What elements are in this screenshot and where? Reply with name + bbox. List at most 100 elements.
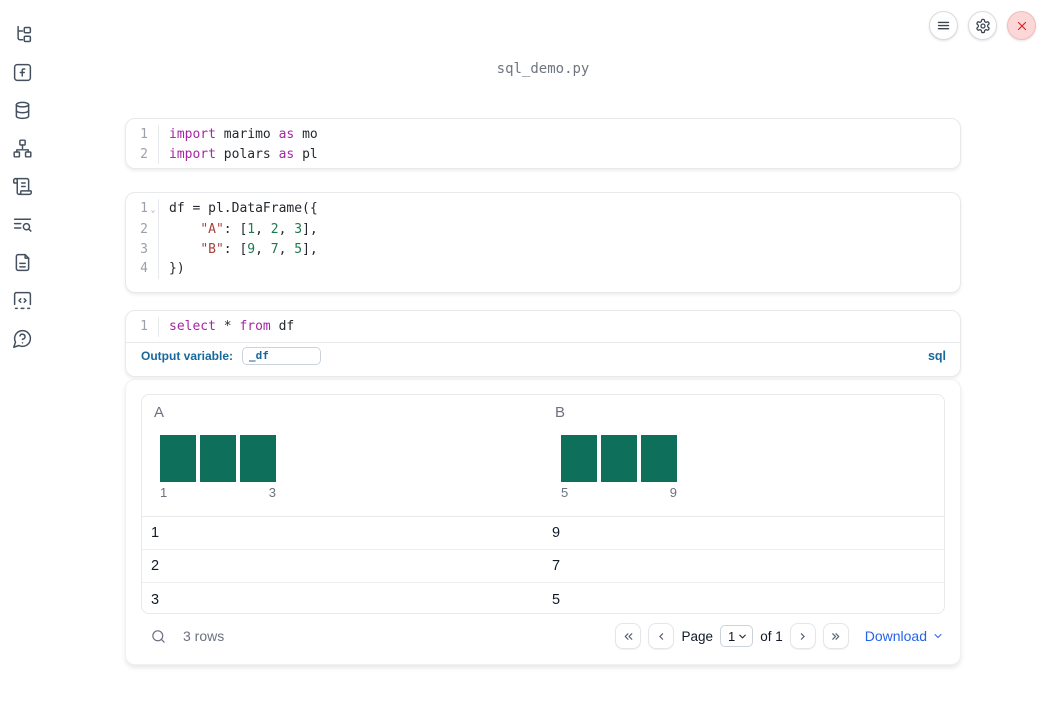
sidebar-item-variables[interactable] bbox=[9, 59, 35, 85]
histogram-bar bbox=[601, 435, 637, 482]
download-label: Download bbox=[864, 628, 927, 644]
table-row[interactable]: 35 bbox=[142, 583, 944, 613]
column-name: B bbox=[555, 404, 566, 421]
next-page-button[interactable] bbox=[789, 623, 816, 649]
notebook-filename: sql_demo.py bbox=[496, 61, 590, 77]
table-body: 192735 bbox=[142, 517, 944, 613]
sidebar-item-dependencies[interactable] bbox=[9, 135, 35, 161]
code-line: 1 ⌄ df = pl.DataFrame({ bbox=[126, 199, 960, 220]
code-text: import polars as pl bbox=[158, 144, 318, 164]
column-header-A[interactable]: A 13 bbox=[142, 395, 543, 516]
histogram-ticks: 13 bbox=[160, 485, 276, 500]
fold-gutter bbox=[148, 220, 158, 240]
table-cell: 7 bbox=[552, 558, 561, 574]
column-histogram: 13 bbox=[160, 435, 276, 500]
code-editor[interactable]: 1 import marimo as mo 2 import polars as pl bbox=[126, 119, 960, 164]
fold-gutter bbox=[148, 125, 158, 145]
row-count: 3 rows bbox=[183, 628, 225, 644]
histogram-bar bbox=[160, 435, 196, 482]
chevron-right-icon bbox=[801, 632, 805, 640]
code-text: "A": [1, 2, 3], bbox=[158, 220, 318, 240]
page-select-value: 1 bbox=[727, 628, 736, 644]
shutdown-button[interactable] bbox=[1007, 11, 1036, 40]
code-line: 3 "B": [9, 7, 5], bbox=[126, 239, 960, 260]
column-histogram: 59 bbox=[561, 435, 677, 500]
column-header-B[interactable]: B 59 bbox=[543, 395, 944, 516]
chevron-left-icon bbox=[659, 632, 664, 640]
first-page-button[interactable] bbox=[615, 623, 642, 649]
fold-chevron-icon[interactable]: ⌄ bbox=[148, 199, 158, 220]
histogram-bar bbox=[240, 435, 276, 482]
cell-output-panel: A13B59 192735 3 rows Page 1 of 1 Downloa… bbox=[125, 379, 961, 665]
sql-cell[interactable]: 1 select * from df Output variable: sql bbox=[125, 310, 961, 377]
code-line: 2 import polars as pl bbox=[126, 144, 960, 165]
code-text: import marimo as mo bbox=[158, 125, 318, 145]
code-cell-dataframe[interactable]: 1 ⌄ df = pl.DataFrame({ 2 "A": [1, 2, 3], 3 … bbox=[125, 192, 961, 293]
settings-button[interactable] bbox=[968, 11, 997, 40]
code-text: }) bbox=[158, 259, 185, 279]
last-page-button[interactable] bbox=[822, 623, 849, 649]
column-name: A bbox=[154, 404, 165, 421]
dataframe-table: A13B59 192735 bbox=[141, 394, 945, 614]
scroll-icon bbox=[12, 177, 32, 195]
table-row[interactable]: 27 bbox=[142, 550, 944, 583]
download-button[interactable]: Download bbox=[865, 628, 944, 644]
output-variable-input[interactable] bbox=[242, 346, 322, 365]
search-icon bbox=[152, 629, 165, 643]
code-line: 1 select * from df bbox=[126, 317, 960, 337]
menu-button[interactable] bbox=[929, 11, 958, 40]
code-editor[interactable]: 1 ⌄ df = pl.DataFrame({ 2 "A": [1, 2, 3], 3 … bbox=[126, 193, 960, 279]
sidebar-item-documentation[interactable] bbox=[9, 249, 35, 275]
hamburger-menu-icon bbox=[937, 21, 950, 30]
line-number: 2 bbox=[140, 222, 148, 237]
sidebar-item-help[interactable] bbox=[9, 325, 35, 351]
line-number: 3 bbox=[140, 241, 148, 257]
table-cell: 3 bbox=[151, 591, 160, 608]
fold-gutter bbox=[148, 259, 158, 279]
line-number: 1 bbox=[140, 201, 148, 216]
code-cell-imports[interactable]: 1 import marimo as mo 2 import polars as pl bbox=[125, 118, 961, 169]
table-row[interactable]: 19 bbox=[142, 517, 944, 550]
code-editor[interactable]: 1 select * from df bbox=[126, 311, 960, 337]
histogram-bar bbox=[641, 435, 677, 482]
sql-cell-footer: Output variable: sql bbox=[126, 341, 960, 369]
fold-gutter bbox=[148, 145, 158, 165]
histogram-ticks: 59 bbox=[561, 485, 677, 500]
page-label: Page bbox=[681, 628, 713, 644]
file-tree-icon bbox=[16, 25, 31, 42]
search-button[interactable] bbox=[150, 628, 167, 645]
page-of-label: of 1 bbox=[760, 628, 783, 644]
table-cell: 5 bbox=[552, 591, 561, 608]
language-badge: sql bbox=[927, 348, 946, 363]
page-select[interactable]: 1 bbox=[719, 625, 754, 647]
code-line: 4}) bbox=[126, 259, 960, 279]
file-text-icon bbox=[15, 253, 29, 271]
table-header: A 13 B 59 bbox=[142, 395, 944, 517]
chevrons-left-icon bbox=[624, 632, 633, 640]
line-number: 1 bbox=[140, 319, 148, 334]
pagination: Page 1 of 1 bbox=[615, 623, 849, 649]
line-number: 2 bbox=[140, 146, 148, 162]
prev-page-button[interactable] bbox=[648, 623, 675, 649]
notebook-actions bbox=[929, 11, 1036, 40]
code-text: "B": [9, 7, 5], bbox=[158, 239, 318, 259]
histogram-bar bbox=[561, 435, 597, 482]
sidebar-item-file-explorer[interactable] bbox=[9, 21, 35, 47]
close-icon bbox=[1017, 21, 1026, 30]
sidebar-item-logs[interactable] bbox=[9, 173, 35, 199]
code-square-icon bbox=[13, 291, 31, 309]
function-square-icon bbox=[13, 63, 31, 81]
fold-gutter bbox=[148, 317, 158, 337]
table-cell: 2 bbox=[151, 558, 160, 574]
sidebar-item-datasources[interactable] bbox=[9, 97, 35, 123]
line-number: 1 bbox=[140, 127, 148, 142]
code-line: 1 import marimo as mo bbox=[126, 125, 960, 145]
gear-icon bbox=[975, 18, 990, 33]
database-icon bbox=[15, 101, 29, 119]
fold-gutter bbox=[148, 240, 158, 260]
chevron-down-icon bbox=[739, 634, 747, 638]
sidebar-item-snippets[interactable] bbox=[9, 211, 35, 237]
table-cell: 9 bbox=[552, 525, 561, 541]
sidebar-item-scratchpad[interactable] bbox=[9, 287, 35, 313]
chevrons-right-icon bbox=[832, 632, 840, 640]
